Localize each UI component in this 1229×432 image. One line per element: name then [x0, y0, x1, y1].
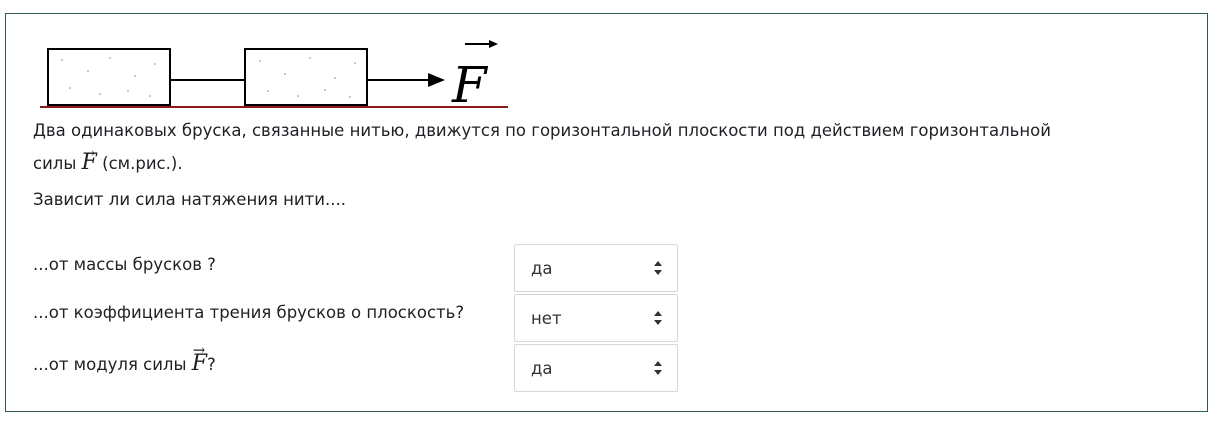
- row-label-force-suffix: ?: [207, 355, 216, 374]
- force-vector-inline: → F: [81, 144, 97, 175]
- sort-arrows-icon: [654, 361, 662, 375]
- row-label-mass: ...от массы брусков ?: [33, 255, 216, 274]
- block-right: [244, 48, 368, 106]
- select-friction-value: нет: [531, 309, 562, 328]
- row-label-friction: ...от коэффициента трения брусков о плос…: [33, 303, 465, 322]
- intro-line-2-prefix: силы: [33, 154, 77, 173]
- prompt-text: Зависит ли сила натяжения нити....: [33, 190, 346, 209]
- row-label-force: ...от модуля силы → F?: [33, 341, 216, 376]
- sort-arrows-icon: [654, 311, 662, 325]
- sort-arrows-icon: [654, 261, 662, 275]
- blocks-figure: F: [40, 40, 508, 114]
- row-label-force-prefix: ...от модуля силы: [33, 355, 187, 374]
- intro-line-2: силы → F (см.рис.).: [33, 144, 183, 175]
- question-card: F Два одинаковых бруска, связанные нитью…: [5, 13, 1208, 412]
- force-label: F: [451, 56, 489, 114]
- vector-arrow-icon: →: [82, 144, 96, 162]
- select-force-modulus-value: да: [531, 359, 553, 378]
- intro-line-1: Два одинаковых бруска, связанные нитью, …: [33, 121, 1051, 140]
- select-friction[interactable]: нет: [514, 294, 678, 342]
- force-vector-inline: → F: [191, 341, 208, 376]
- block-left: [47, 48, 171, 106]
- force-arrow-head: [428, 73, 445, 87]
- vector-arrow-icon: →: [192, 341, 206, 359]
- force-label-vector-head: [489, 40, 498, 48]
- select-mass-value: да: [531, 259, 553, 278]
- intro-line-2-suffix: (см.рис.).: [102, 154, 183, 173]
- select-mass[interactable]: да: [514, 244, 678, 292]
- select-force-modulus[interactable]: да: [514, 344, 678, 392]
